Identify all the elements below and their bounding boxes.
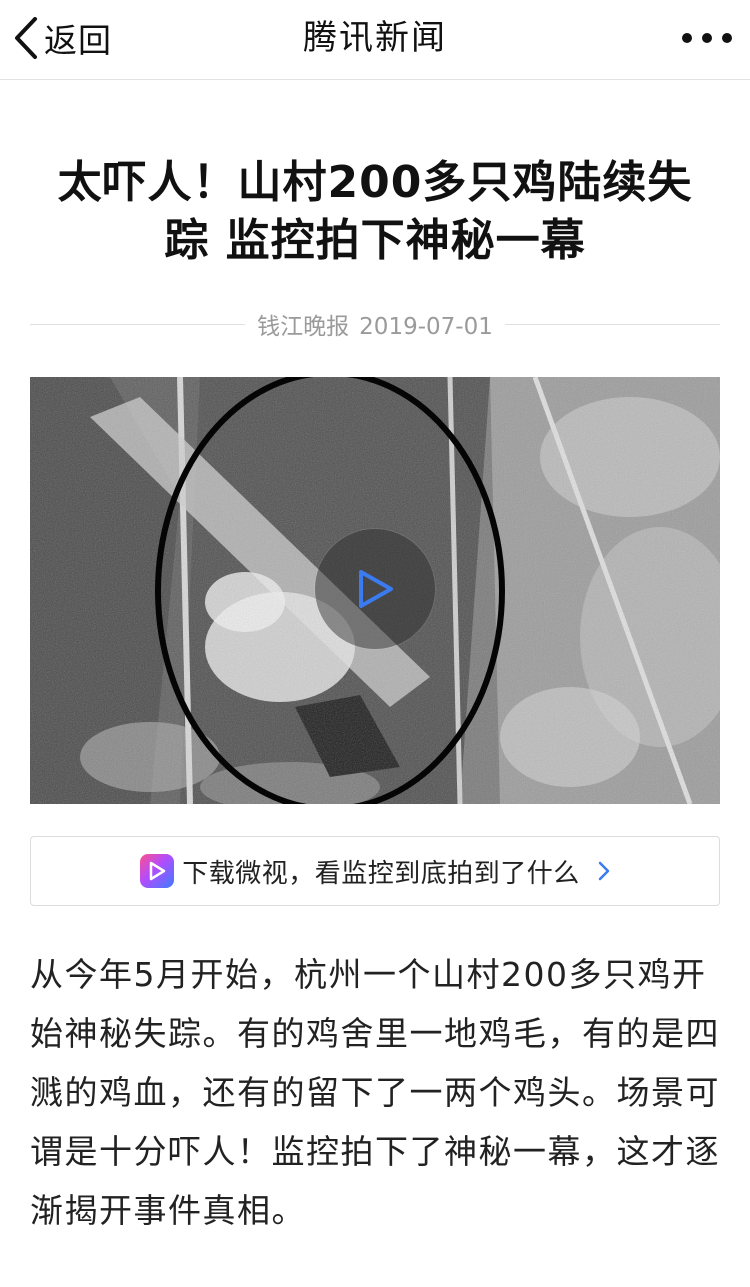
navbar-title: 腾讯新闻 xyxy=(303,18,447,58)
play-icon xyxy=(359,570,393,608)
meta-text: 钱江晚报 2019-07-01 xyxy=(245,307,505,341)
more-options-button[interactable] xyxy=(682,22,732,54)
chevron-left-icon xyxy=(15,17,37,59)
video-player[interactable] xyxy=(30,377,720,804)
chevron-right-icon xyxy=(598,861,609,881)
back-button[interactable]: 返回 xyxy=(14,12,112,64)
divider-right xyxy=(504,323,721,325)
banner-text: 下载微视，看监控到底拍到了什么 xyxy=(182,858,580,889)
back-label: 返回 xyxy=(44,21,112,60)
article-date: 2019-07-01 xyxy=(359,314,493,340)
article-source: 钱江晚报 xyxy=(257,314,350,340)
top-navbar: 返回 腾讯新闻 xyxy=(0,0,750,80)
article-meta: 钱江晚报 2019-07-01 xyxy=(30,306,721,342)
article-paragraph: 从今年5月开始，杭州一个山村200多只鸡开始神秘失踪。有的鸡舍里一地鸡毛，有的是… xyxy=(30,955,720,1230)
play-button[interactable] xyxy=(315,529,435,649)
article-headline: 太吓人！山村200多只鸡陆续失踪 监控拍下神秘一幕 xyxy=(57,157,693,266)
divider-left xyxy=(30,323,246,325)
download-weishi-banner[interactable]: 下载微视，看监控到底拍到了什么 xyxy=(30,836,720,906)
more-dot-icon xyxy=(722,33,732,43)
weishi-logo-icon xyxy=(140,854,175,888)
more-dot-icon xyxy=(702,33,712,43)
more-dot-icon xyxy=(682,33,692,43)
